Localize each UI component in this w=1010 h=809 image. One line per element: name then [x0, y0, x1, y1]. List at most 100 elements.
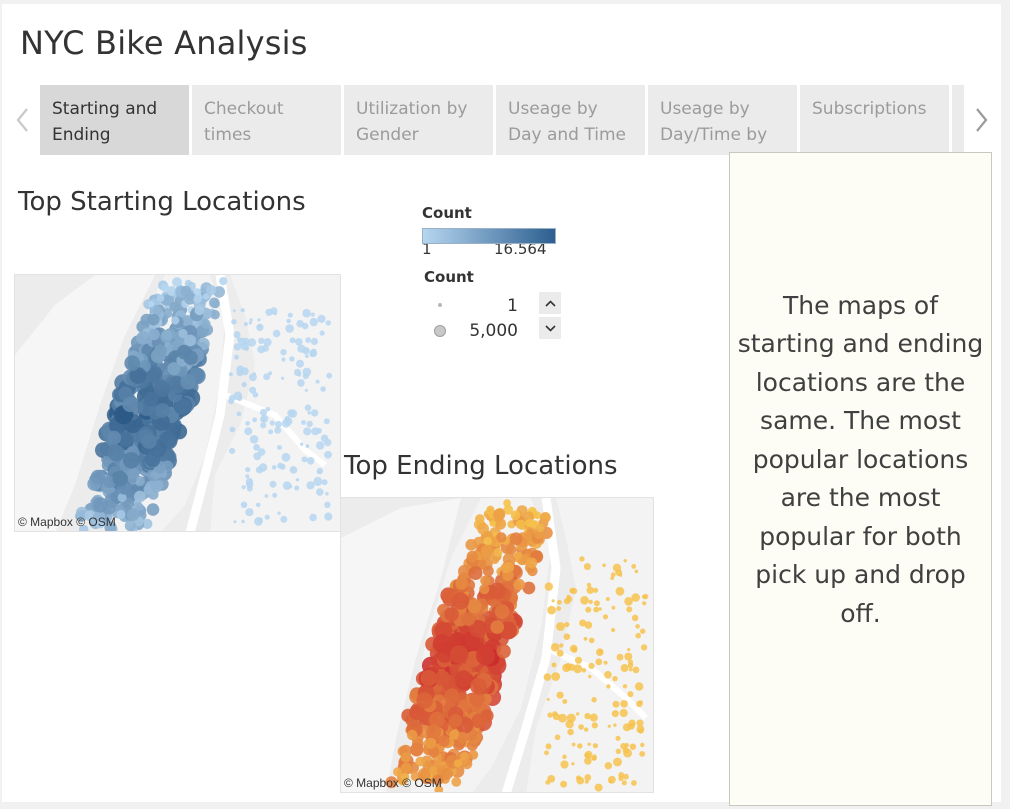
station-dot[interactable]: [567, 728, 574, 736]
station-dot[interactable]: [476, 646, 495, 666]
station-dot[interactable]: [116, 509, 126, 520]
legend-scroll-down-button[interactable]: [539, 317, 561, 339]
ending-locations-map[interactable]: © Mapbox © OSM: [340, 497, 654, 793]
legend-scroll-up-button[interactable]: [539, 292, 561, 314]
station-dot[interactable]: [281, 419, 291, 428]
station-dot[interactable]: [588, 637, 595, 644]
station-dot[interactable]: [306, 420, 313, 428]
station-dot[interactable]: [581, 668, 587, 673]
station-dot[interactable]: [608, 779, 612, 784]
station-dot[interactable]: [631, 614, 639, 622]
station-dot[interactable]: [272, 329, 281, 338]
station-dot[interactable]: [282, 481, 292, 490]
station-dot[interactable]: [624, 652, 633, 661]
station-dot[interactable]: [584, 752, 590, 758]
station-dot[interactable]: [470, 677, 487, 695]
station-dot[interactable]: [241, 381, 247, 388]
station-dot[interactable]: [260, 414, 269, 423]
station-dot[interactable]: [233, 520, 237, 524]
station-dot[interactable]: [256, 517, 263, 524]
station-dot[interactable]: [156, 294, 165, 302]
station-dot[interactable]: [604, 762, 612, 770]
tab-partial[interactable]: [952, 85, 964, 155]
station-dot[interactable]: [309, 513, 317, 522]
station-dot[interactable]: [629, 743, 637, 750]
station-dot[interactable]: [407, 729, 418, 741]
station-dot[interactable]: [634, 569, 639, 574]
station-dot[interactable]: [596, 648, 604, 656]
station-dot[interactable]: [453, 759, 463, 768]
station-dot[interactable]: [636, 725, 645, 734]
station-dot[interactable]: [615, 586, 625, 596]
station-dot[interactable]: [126, 508, 140, 521]
station-dot[interactable]: [500, 563, 511, 574]
station-dot[interactable]: [247, 338, 257, 347]
station-dot[interactable]: [593, 606, 600, 613]
station-dot[interactable]: [583, 563, 591, 571]
station-dot[interactable]: [509, 532, 523, 546]
tab-utilization-by-gender[interactable]: Utilization by Gender: [344, 85, 493, 155]
station-dot[interactable]: [563, 598, 571, 605]
station-dot[interactable]: [234, 354, 239, 360]
station-dot[interactable]: [576, 712, 580, 716]
station-dot[interactable]: [556, 606, 562, 611]
station-dot[interactable]: [426, 724, 442, 739]
station-dot[interactable]: [255, 502, 261, 508]
station-dot[interactable]: [294, 485, 300, 491]
station-dot[interactable]: [626, 606, 633, 613]
station-dot[interactable]: [316, 470, 321, 474]
station-dot[interactable]: [496, 644, 511, 659]
station-dot[interactable]: [229, 447, 236, 454]
station-dot[interactable]: [623, 773, 629, 780]
tab-subscriptions[interactable]: Subscriptions: [800, 85, 949, 155]
station-dot[interactable]: [642, 601, 647, 606]
station-dot[interactable]: [552, 711, 558, 717]
station-dot[interactable]: [244, 427, 253, 436]
station-dot[interactable]: [452, 592, 470, 610]
station-dot[interactable]: [244, 346, 250, 351]
station-dot[interactable]: [241, 519, 245, 524]
station-dot[interactable]: [324, 512, 333, 521]
station-dot[interactable]: [620, 664, 629, 672]
station-dot[interactable]: [302, 347, 310, 355]
station-dot[interactable]: [416, 692, 433, 709]
station-dot[interactable]: [325, 320, 331, 326]
station-dot[interactable]: [143, 391, 159, 407]
station-dot[interactable]: [277, 445, 282, 450]
station-dot[interactable]: [569, 644, 578, 653]
station-dot[interactable]: [618, 775, 624, 781]
station-dot[interactable]: [585, 606, 592, 613]
station-dot[interactable]: [479, 584, 490, 595]
station-dot[interactable]: [558, 713, 567, 723]
station-dot[interactable]: [232, 309, 236, 313]
station-dot[interactable]: [559, 643, 564, 648]
station-dot[interactable]: [258, 463, 268, 472]
station-dot[interactable]: [546, 697, 550, 701]
station-dot[interactable]: [310, 337, 318, 346]
tab-useage-by-day-and-time[interactable]: Useage by Day and Time: [496, 85, 645, 155]
station-dot[interactable]: [325, 491, 329, 496]
station-dot[interactable]: [304, 404, 312, 411]
station-dot[interactable]: [556, 622, 565, 631]
station-dot[interactable]: [605, 597, 610, 601]
station-dot[interactable]: [586, 586, 594, 594]
station-dot[interactable]: [171, 316, 180, 325]
station-dot[interactable]: [194, 305, 205, 316]
station-dot[interactable]: [466, 550, 478, 563]
station-dot[interactable]: [289, 356, 295, 362]
station-dot[interactable]: [201, 319, 211, 329]
station-dot[interactable]: [415, 756, 426, 767]
station-dot[interactable]: [451, 777, 462, 787]
station-dot[interactable]: [557, 599, 562, 605]
station-dot[interactable]: [467, 599, 482, 614]
station-dot[interactable]: [468, 566, 483, 580]
station-dot[interactable]: [245, 474, 250, 479]
station-dot[interactable]: [506, 544, 517, 555]
station-dot[interactable]: [400, 762, 412, 774]
station-dot[interactable]: [576, 776, 585, 785]
station-dot[interactable]: [602, 614, 609, 620]
station-dot[interactable]: [183, 350, 198, 365]
station-dot[interactable]: [471, 713, 487, 729]
station-dot[interactable]: [619, 708, 628, 718]
station-dot[interactable]: [540, 512, 551, 523]
